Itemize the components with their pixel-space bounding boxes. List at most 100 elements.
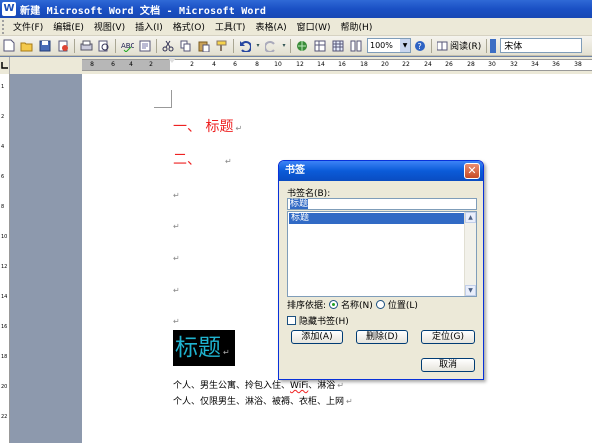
tab-selector[interactable]: [0, 57, 10, 74]
sort-by-group: 排序依据: 名称(N) 位置(L): [287, 298, 418, 311]
paste-icon[interactable]: [196, 38, 212, 54]
tables-borders-icon[interactable]: [312, 38, 328, 54]
help-icon[interactable]: ?: [412, 38, 428, 54]
body-line-1-text-b: 、淋浴: [308, 381, 336, 391]
font-name-combobox[interactable]: 宋体: [500, 38, 583, 53]
ruler-tick: 6: [111, 61, 115, 68]
menu-bar: 文件(F) 编辑(E) 视图(V) 插入(I) 格式(O) 工具(T) 表格(A…: [0, 18, 592, 36]
hide-bookmarks-checkbox[interactable]: [287, 316, 296, 325]
spelling-icon[interactable]: ABC: [119, 38, 135, 54]
paragraph-mark: ↵: [225, 157, 232, 166]
horizontal-ruler[interactable]: 8 6 4 2 2 4 6 8 10 12 14 16 18 20 22 24 …: [82, 58, 592, 72]
research-icon[interactable]: [137, 38, 153, 54]
vertical-ruler[interactable]: 1 2 4 6 8 10 12 14 16 18 20 22: [0, 74, 10, 443]
bookmark-name-input[interactable]: 标题: [287, 198, 477, 210]
ruler-tick: 8: [90, 61, 94, 68]
menu-grip[interactable]: [2, 19, 6, 34]
bookmarked-title[interactable]: 标题 ↵: [173, 330, 235, 366]
word-app-icon[interactable]: W: [2, 2, 16, 16]
heading-2[interactable]: 二、 ↵: [173, 149, 232, 169]
read-book-icon: [437, 41, 448, 50]
bookmark-list[interactable]: 标题 ▲ ▼: [287, 211, 477, 297]
menu-insert[interactable]: 插入(I): [130, 20, 168, 33]
cut-icon[interactable]: [160, 38, 176, 54]
format-painter-icon[interactable]: [214, 38, 230, 54]
cancel-button[interactable]: 取消: [421, 358, 475, 372]
undo-icon[interactable]: [237, 38, 253, 54]
delete-button[interactable]: 删除(D): [356, 330, 408, 344]
close-icon[interactable]: ✕: [464, 163, 480, 179]
toolbar-separator: [233, 38, 234, 53]
save-icon[interactable]: [37, 38, 53, 54]
new-document-icon[interactable]: [1, 38, 17, 54]
toolbar-separator: [431, 38, 432, 53]
dialog-title-bar[interactable]: 书签 ✕: [279, 161, 483, 181]
sort-by-name-label: 名称(N): [341, 301, 373, 311]
empty-paragraph-mark: ↵: [173, 191, 180, 200]
menu-window[interactable]: 窗口(W): [292, 20, 336, 33]
bookmark-list-item[interactable]: 标题: [289, 213, 464, 224]
print-preview-icon[interactable]: [96, 38, 112, 54]
body-line-2[interactable]: 个人、仅限男生、淋浴、被褥、衣柜、上网 ↵: [173, 394, 353, 407]
ruler-tick: 4: [129, 61, 133, 68]
sort-by-name-radio[interactable]: [329, 300, 339, 309]
paragraph-mark: ↵: [223, 348, 230, 357]
redo-dropdown-icon[interactable]: ▾: [281, 38, 287, 54]
open-folder-icon[interactable]: [19, 38, 35, 54]
font-name-value: 宋体: [504, 42, 523, 52]
menu-help[interactable]: 帮助(H): [336, 20, 378, 33]
scroll-up-icon[interactable]: ▲: [465, 212, 476, 223]
body-line-2-text: 个人、仅限男生、淋浴、被褥、衣柜、上网: [173, 397, 345, 407]
ruler-tick: 6: [233, 61, 237, 68]
empty-paragraph-mark: ↵: [173, 286, 180, 295]
ruler-tick: 20: [381, 61, 389, 68]
hyperlink-icon[interactable]: [294, 38, 310, 54]
goto-button[interactable]: 定位(G): [421, 330, 475, 344]
toolbar-separator: [74, 38, 75, 53]
menu-view[interactable]: 视图(V): [89, 20, 130, 33]
permission-icon[interactable]: [55, 38, 71, 54]
heading-1-text: 一、 标题: [173, 119, 234, 135]
menu-format[interactable]: 格式(O): [168, 20, 210, 33]
wifi-word: WiFi: [290, 381, 309, 391]
menu-file[interactable]: 文件(F): [8, 20, 48, 33]
ruler-tick: 2: [190, 61, 194, 68]
vruler-tick: 6: [1, 174, 5, 180]
add-button[interactable]: 添加(A): [291, 330, 343, 344]
zoom-dropdown-icon[interactable]: ▼: [400, 39, 410, 52]
ruler-tick: 12: [296, 61, 304, 68]
heading-1[interactable]: 一、 标题 ↵: [173, 116, 242, 136]
window-title: 新建 Microsoft Word 文档 - Microsoft Word: [20, 5, 267, 17]
ruler-tick: 28: [467, 61, 475, 68]
vruler-tick: 22: [1, 414, 8, 420]
bookmark-list-scrollbar[interactable]: ▲ ▼: [464, 212, 476, 296]
vruler-tick: 16: [1, 324, 8, 330]
ruler-tick: 4: [212, 61, 216, 68]
paragraph-mark: ↵: [337, 381, 344, 390]
svg-text:ABC: ABC: [121, 42, 134, 50]
menu-table[interactable]: 表格(A): [250, 20, 291, 33]
title-bar: W 新建 Microsoft Word 文档 - Microsoft Word: [0, 0, 592, 18]
format-toolbar-grip-icon[interactable]: [490, 38, 497, 54]
insert-table-icon[interactable]: [330, 38, 346, 54]
indent-marker[interactable]: [168, 58, 176, 72]
zoom-combobox[interactable]: 100% ▼: [367, 38, 411, 53]
sort-by-location-radio[interactable]: [375, 300, 385, 309]
vruler-tick: 18: [1, 354, 8, 360]
toolbar-separator: [156, 38, 157, 53]
undo-dropdown-icon[interactable]: ▾: [255, 38, 261, 54]
menu-edit[interactable]: 编辑(E): [48, 20, 89, 33]
body-line-1-text-a: 个人、男生公寓、拎包入住、: [173, 381, 291, 391]
columns-icon[interactable]: [348, 38, 364, 54]
copy-icon[interactable]: [178, 38, 194, 54]
vruler-tick: 2: [1, 114, 5, 120]
print-icon[interactable]: [78, 38, 94, 54]
menu-tools[interactable]: 工具(T): [210, 20, 251, 33]
scroll-down-icon[interactable]: ▼: [465, 285, 476, 296]
read-mode-button[interactable]: 阅读(R): [434, 39, 484, 52]
vruler-tick: 20: [1, 384, 8, 390]
ruler-tick: 32: [510, 61, 518, 68]
ruler-tick: 36: [552, 61, 560, 68]
ruler-tick: 10: [274, 61, 282, 68]
redo-icon[interactable]: [263, 38, 279, 54]
